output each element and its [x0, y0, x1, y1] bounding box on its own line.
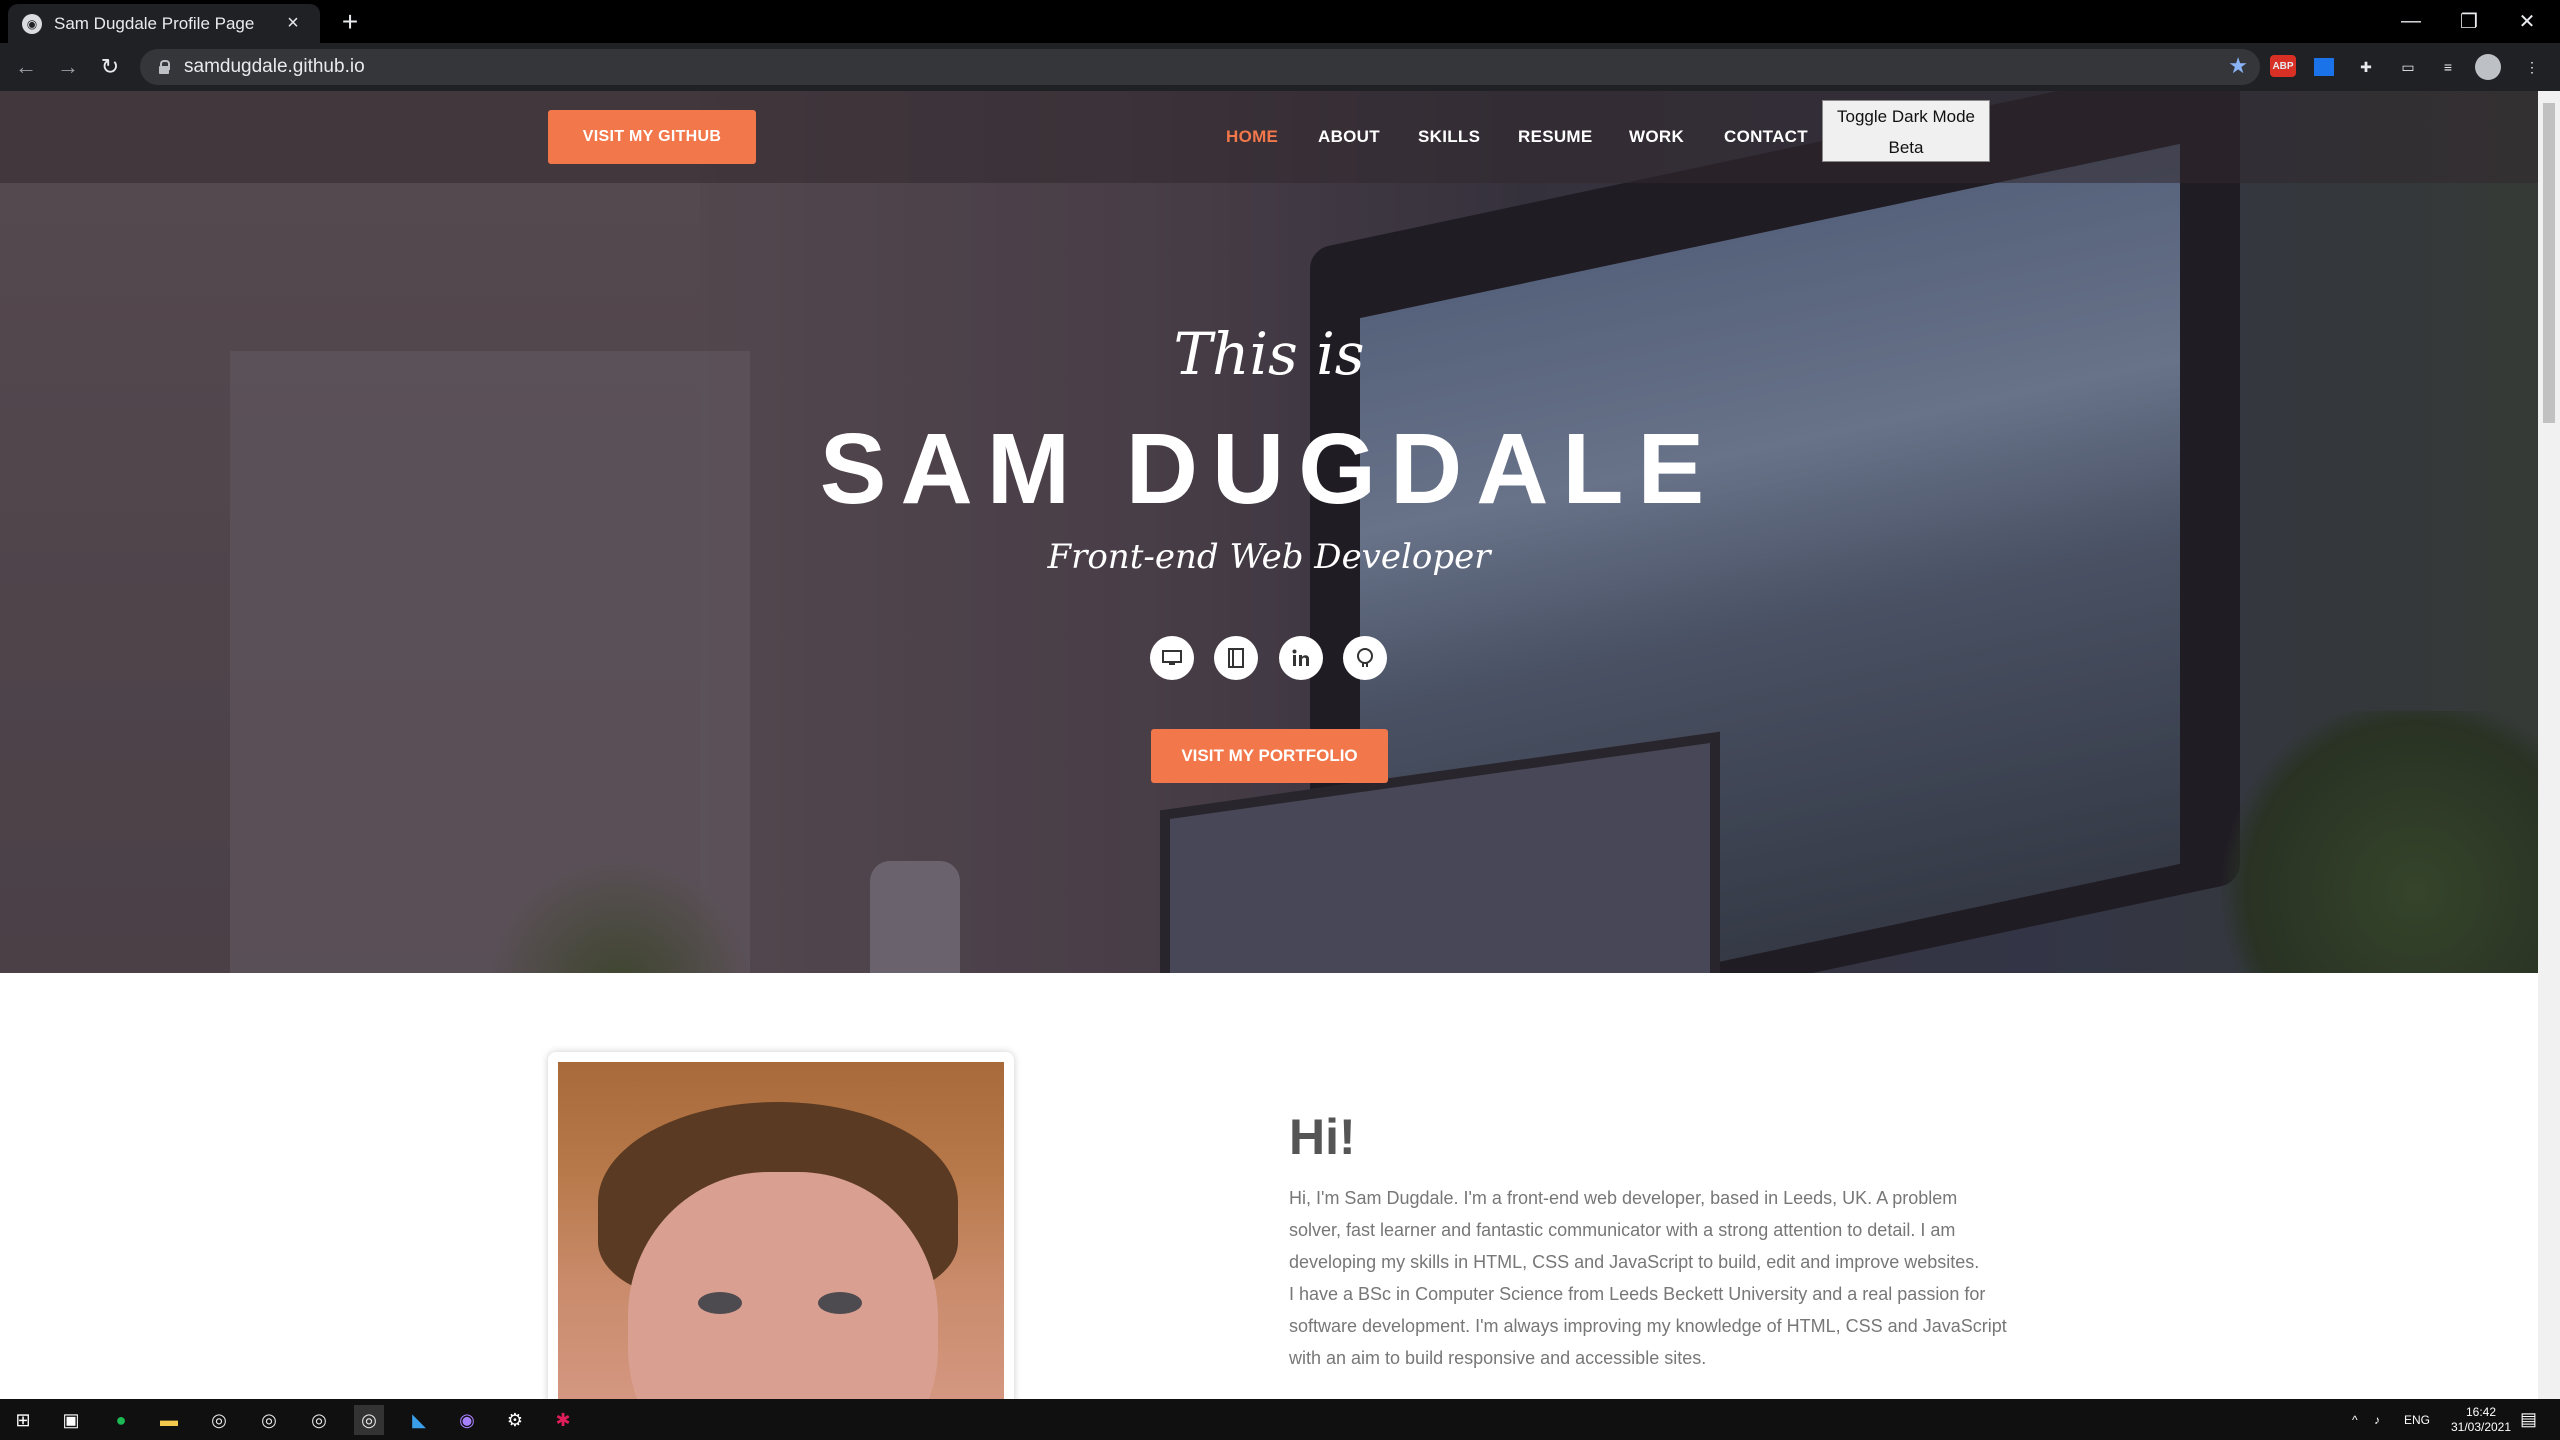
clock-time: 16:42 [2465, 1404, 2497, 1419]
browser-toolbar: ← → ↻ samdugdale.github.io ★ ABP ✚ ▭ ≡ ⋮ [0, 43, 2560, 91]
bookmark-star-icon[interactable]: ★ [2228, 53, 2248, 79]
hero-overlay [0, 91, 2538, 973]
file-explorer-icon[interactable]: ▬ [154, 1405, 184, 1435]
chrome-icon[interactable]: ◎ [254, 1405, 284, 1435]
tab-title: Sam Dugdale Profile Page [54, 13, 255, 33]
vscode-icon[interactable]: ◣ [404, 1405, 434, 1435]
web-page: VISIT MY GITHUB HOME ABOUT SKILLS RESUME… [0, 91, 2538, 1399]
hero-role: Front-end Web Developer [1047, 537, 1491, 577]
nav-contact[interactable]: CONTACT [1724, 127, 1808, 147]
settings-gear-icon[interactable]: ⚙ [500, 1405, 530, 1435]
adblock-icon[interactable]: ABP [2270, 55, 2296, 77]
browser-tab-bar: ◉ Sam Dugdale Profile Page × + — ❐ ✕ [0, 0, 2560, 43]
profile-photo-frame [548, 1052, 1014, 1399]
windows-taskbar: ⊞ ▣ ● ▬ ◎ ◎ ◎ ◎ ◣ ◉ ⚙ ✱ ^ ♪ ENG 16:42 31… [0, 1399, 2560, 1440]
visit-github-button[interactable]: VISIT MY GITHUB [548, 110, 756, 164]
linkedin-icon[interactable] [1279, 636, 1323, 680]
windows-start-icon[interactable]: ⊞ [8, 1405, 38, 1435]
notifications-icon[interactable]: ▤ [2520, 1399, 2537, 1440]
reload-icon[interactable]: ↻ [94, 51, 126, 83]
profile-avatar-icon[interactable] [2474, 53, 2502, 81]
monitor-icon[interactable] [1150, 636, 1194, 680]
hero-name: SAM DUGDALE [819, 413, 1719, 525]
site-navbar: VISIT MY GITHUB HOME ABOUT SKILLS RESUME… [0, 91, 2538, 183]
dark-mode-label: Toggle Dark Mode [1837, 107, 1975, 126]
tray-chevron-icon[interactable]: ^ [2352, 1399, 2358, 1440]
chrome-icon[interactable]: ◎ [304, 1405, 334, 1435]
about-heading: Hi! [1289, 1109, 1356, 1165]
restore-button[interactable]: ❐ [2440, 0, 2498, 43]
slack-icon[interactable]: ✱ [548, 1405, 578, 1435]
media-control-icon[interactable]: ≡ [2434, 53, 2462, 81]
about-text: Hi, I'm Sam Dugdale. I'm a front-end web… [1289, 1182, 2009, 1374]
close-tab-icon[interactable]: × [280, 12, 306, 35]
address-bar[interactable]: samdugdale.github.io ★ [140, 49, 2260, 85]
volume-icon[interactable]: ♪ [2374, 1399, 2380, 1440]
nav-resume[interactable]: RESUME [1518, 127, 1593, 147]
new-tab-button[interactable]: + [334, 4, 366, 40]
puzzle-extensions-icon[interactable]: ✚ [2352, 53, 2380, 81]
about-paragraph: Hi, I'm Sam Dugdale. I'm a front-end web… [1289, 1188, 1980, 1272]
url-text: samdugdale.github.io [184, 56, 365, 77]
back-icon[interactable]: ← [10, 51, 42, 83]
clock[interactable]: 16:42 31/03/2021 [2440, 1399, 2522, 1440]
nav-work[interactable]: WORK [1629, 127, 1684, 147]
cast-icon[interactable]: ▭ [2394, 53, 2422, 81]
scrollbar-thumb[interactable] [2543, 103, 2555, 423]
about-paragraph: I have a BSc in Computer Science from Le… [1289, 1284, 2007, 1368]
site-favicon-icon: ◉ [22, 13, 42, 34]
nav-skills[interactable]: SKILLS [1418, 127, 1480, 147]
close-window-button[interactable]: ✕ [2498, 0, 2556, 43]
extension-icon[interactable] [2310, 53, 2338, 81]
lock-icon [158, 60, 170, 74]
browser-tab[interactable]: ◉ Sam Dugdale Profile Page × [8, 4, 320, 43]
chrome-icon[interactable]: ◎ [204, 1405, 234, 1435]
visit-portfolio-button[interactable]: VISIT MY PORTFOLIO [1151, 729, 1388, 783]
spotify-icon[interactable]: ● [106, 1405, 136, 1435]
chrome-active-icon[interactable]: ◎ [354, 1405, 384, 1435]
hero-intro: This is [1173, 320, 1365, 388]
clock-date: 31/03/2021 [2450, 1419, 2512, 1434]
task-view-icon[interactable]: ▣ [56, 1405, 86, 1435]
hero-section: VISIT MY GITHUB HOME ABOUT SKILLS RESUME… [0, 91, 2538, 973]
dark-mode-beta-label: Beta [1888, 138, 1924, 157]
minimize-button[interactable]: — [2382, 0, 2440, 43]
github-desktop-icon[interactable]: ◉ [452, 1405, 482, 1435]
menu-kebab-icon[interactable]: ⋮ [2518, 53, 2546, 81]
page-scrollbar[interactable] [2538, 91, 2560, 1399]
nav-about[interactable]: ABOUT [1318, 127, 1380, 147]
notebook-icon[interactable] [1214, 636, 1258, 680]
language-indicator[interactable]: ENG [2404, 1399, 2430, 1440]
toggle-dark-mode-button[interactable]: Toggle Dark Mode Beta [1822, 100, 1990, 162]
forward-icon[interactable]: → [52, 51, 84, 83]
profile-photo [558, 1062, 1004, 1399]
github-icon[interactable] [1343, 636, 1387, 680]
nav-home[interactable]: HOME [1226, 127, 1278, 147]
